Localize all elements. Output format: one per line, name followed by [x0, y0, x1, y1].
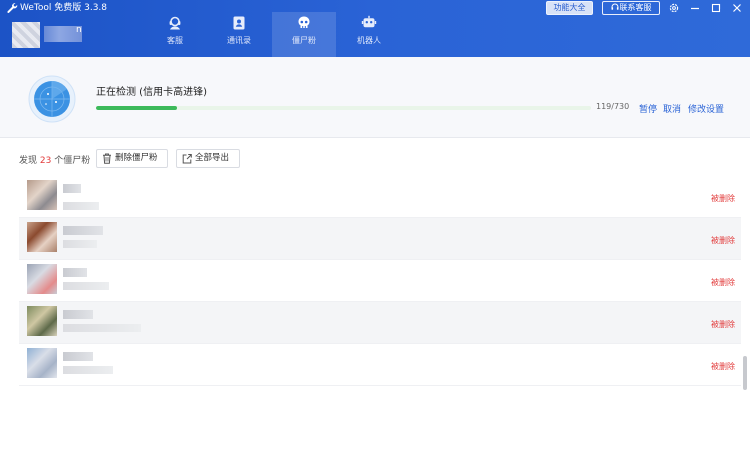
tab-label: 通讯录: [227, 36, 251, 45]
minimize-icon[interactable]: [689, 2, 701, 14]
list-item[interactable]: 被删除: [19, 218, 741, 260]
deleted-status: 被删除: [711, 362, 735, 371]
delete-button-label: 删除僵尸粉: [115, 153, 158, 163]
scan-progress-bar: [96, 106, 591, 110]
cancel-link[interactable]: 取消: [663, 102, 681, 115]
contact-name-blurred: [63, 310, 93, 319]
maximize-icon[interactable]: [710, 2, 722, 14]
contact-name-blurred: [63, 184, 81, 193]
scan-progress-text: 119/730: [596, 102, 630, 111]
robot-icon: [361, 15, 377, 28]
found-count: 23: [39, 156, 52, 166]
settings-gear-icon[interactable]: [668, 2, 680, 14]
account-name-suffix: n: [76, 25, 82, 35]
tab-robot[interactable]: 机器人: [337, 12, 401, 57]
tab-label: 客服: [167, 36, 183, 45]
features-button[interactable]: 功能大全: [546, 1, 593, 15]
deleted-status: 被删除: [711, 236, 735, 245]
contact-avatar-blurred: [27, 348, 57, 378]
modify-settings-link[interactable]: 修改设置: [688, 102, 724, 115]
list-item[interactable]: 被删除: [19, 302, 741, 344]
contact-remark-blurred: [63, 240, 97, 248]
contact-support-label: 联系客服: [619, 3, 652, 12]
delete-zombie-fans-button[interactable]: 删除僵尸粉: [96, 149, 168, 168]
contact-name-blurred: [63, 352, 93, 361]
scan-status-text: 正在检测 (信用卡高进锋): [96, 87, 207, 98]
contact-remark-blurred: [63, 324, 141, 332]
list-scrollbar[interactable]: [743, 356, 747, 390]
account-avatar[interactable]: [12, 22, 40, 48]
deleted-status: 被删除: [711, 278, 735, 287]
list-item[interactable]: 被删除: [19, 344, 741, 386]
tab-contacts[interactable]: 通讯录: [207, 12, 271, 57]
tab-label: 僵尸粉: [292, 36, 316, 45]
found-suffix: 个僵尸粉: [54, 156, 91, 166]
contact-remark-blurred: [63, 366, 113, 374]
title-bar: WeTool 免费版 3.3.8 n 客服 通讯录 僵尸粉 机器人 功能大全 联…: [0, 0, 750, 57]
contact-remark-blurred: [63, 282, 109, 290]
trash-icon: [103, 153, 111, 164]
contact-remark-blurred: [63, 202, 99, 210]
export-button-label: 全部导出: [195, 153, 230, 163]
contact-name-blurred: [63, 226, 103, 235]
list-item[interactable]: 被删除: [19, 176, 741, 218]
contact-avatar-blurred: [27, 180, 57, 210]
zombie-fan-list: 被删除 被删除 被删除 被删除 被删除: [19, 176, 741, 386]
tab-zombie-fans[interactable]: 僵尸粉: [272, 12, 336, 57]
wrench-logo-icon: [7, 3, 18, 13]
contact-name-blurred: [63, 268, 87, 277]
scan-panel: 正在检测 (信用卡高进锋) 119/730 暂停 取消 修改设置: [0, 57, 750, 138]
export-icon: [182, 154, 192, 164]
tab-customer-service[interactable]: 客服: [143, 12, 207, 57]
deleted-status: 被删除: [711, 194, 735, 203]
pause-link[interactable]: 暂停: [639, 102, 657, 115]
deleted-status: 被删除: [711, 320, 735, 329]
radar-scan-icon: [28, 75, 76, 123]
app-title: WeTool 免费版 3.3.8: [20, 3, 108, 13]
customer-service-icon: [169, 16, 181, 30]
skull-icon: [298, 16, 310, 28]
list-item[interactable]: 被删除: [19, 260, 741, 302]
found-count-label: 发现 23 个僵尸粉: [19, 153, 90, 166]
contact-avatar-blurred: [27, 306, 57, 336]
headset-icon: [611, 3, 618, 10]
contact-avatar-blurred: [27, 264, 57, 294]
contact-support-button[interactable]: 联系客服: [602, 1, 660, 15]
close-icon[interactable]: [731, 2, 743, 14]
export-all-button[interactable]: 全部导出: [176, 149, 240, 168]
tab-label: 机器人: [357, 36, 381, 45]
contact-avatar-blurred: [27, 222, 57, 252]
scan-progress-fill: [96, 106, 177, 110]
found-prefix: 发现: [19, 156, 38, 166]
contacts-icon: [233, 16, 245, 30]
